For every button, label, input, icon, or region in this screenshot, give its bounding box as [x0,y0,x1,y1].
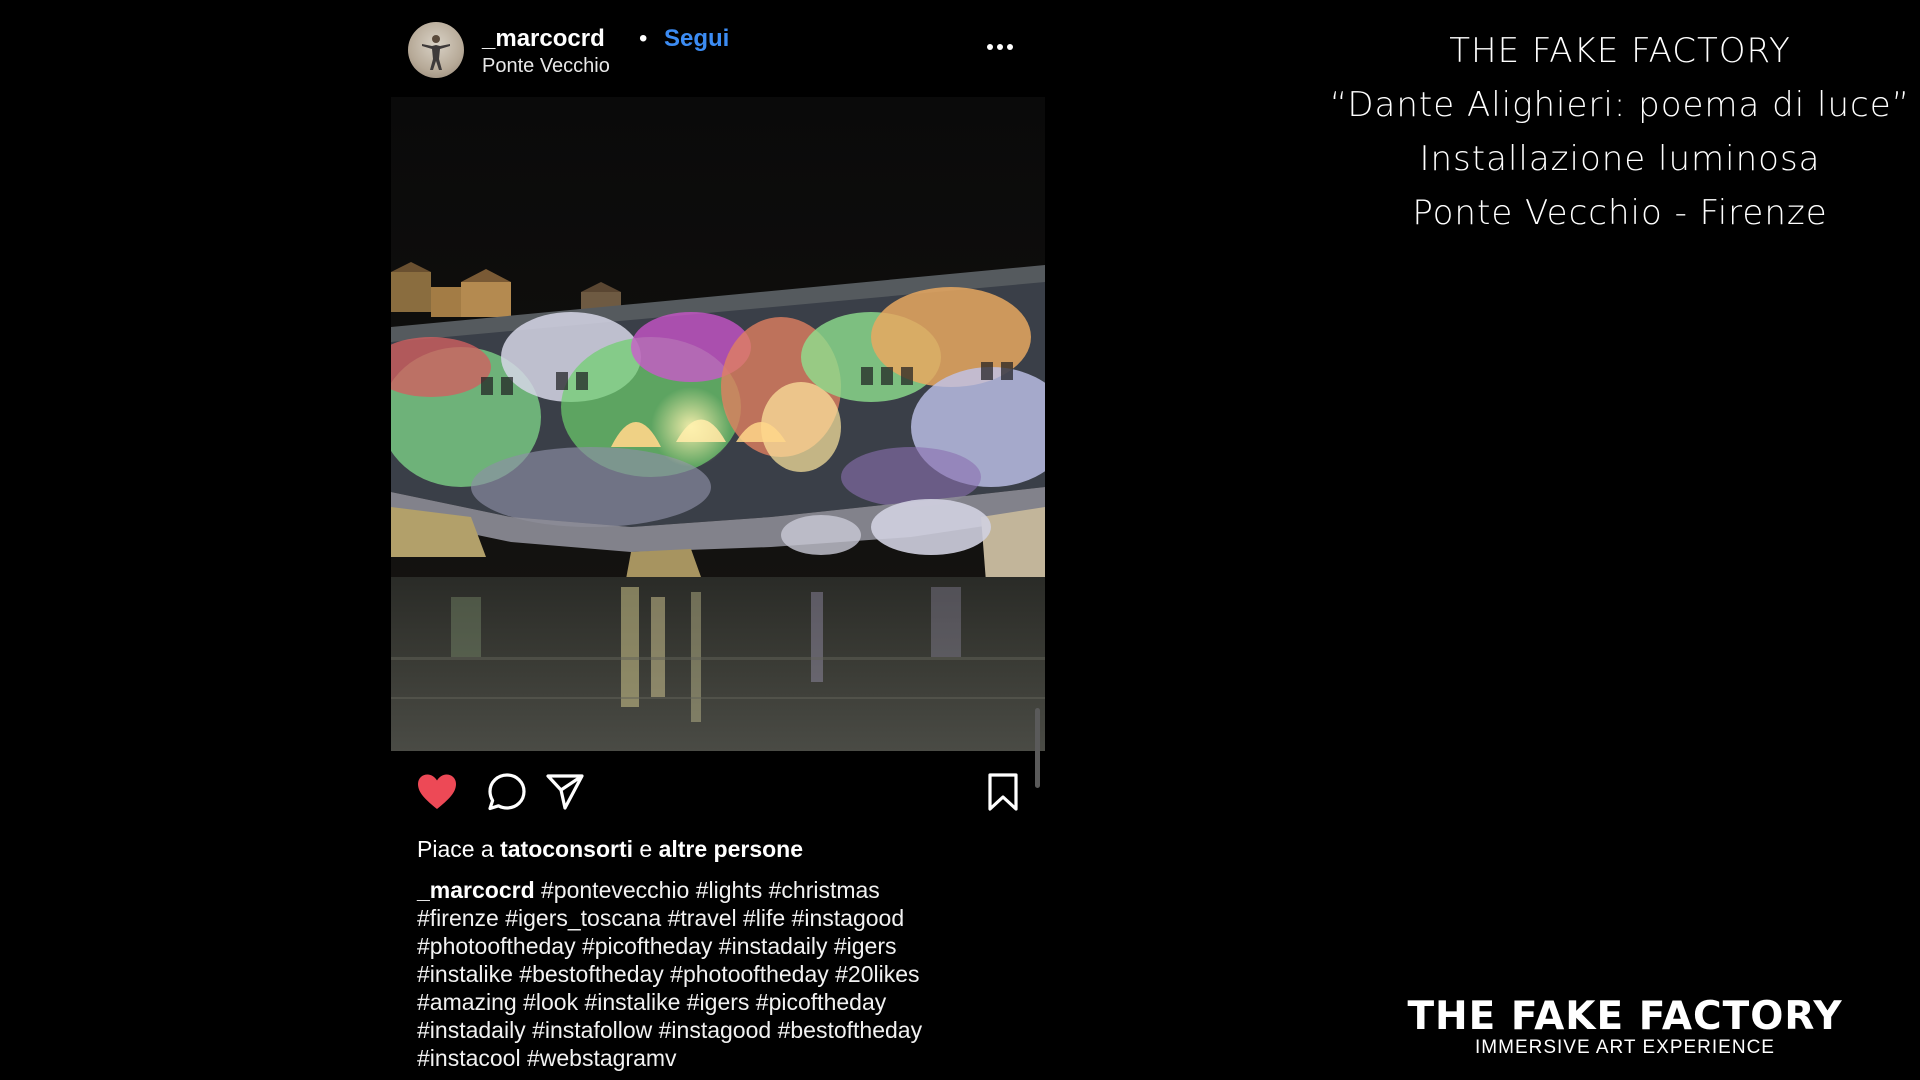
likes-conj: e [639,836,653,862]
scrollbar[interactable] [1035,708,1040,788]
caption-line: #instacool #webstagramv [417,1045,677,1071]
post-header: _marcocrd • Segui Ponte Vecchio [408,22,1028,80]
bookmark-icon [988,773,1018,811]
avatar[interactable] [408,22,464,78]
caption-line: #instalike #bestoftheday #photooftheday … [417,961,920,987]
likes-prefix: Piace a [417,836,494,862]
like-button[interactable] [415,770,459,814]
brand-logo: THE FAKE FACTORY IMMERSIVE ART EXPERIENC… [1390,996,1860,1058]
heart-filled-icon [418,774,456,809]
comment-button[interactable] [485,770,529,814]
separator-dot: • [639,25,648,52]
title-artwork: “Dante Alighieri: poema di luce” [1329,85,1911,125]
post-photo[interactable] [391,97,1045,751]
title-type: Installazione luminosa [1419,139,1821,179]
caption-username[interactable]: _marcocrd [417,877,535,903]
caption-line: _marcocrd #pontevecchio #lights #christm… [417,876,1017,904]
title-location: Ponte Vecchio - Firenze [1412,193,1828,233]
caption-line: #amazing #look #instalike #igers #picoft… [417,989,887,1015]
title-company: THE FAKE FACTORY [1449,31,1791,71]
likes-others[interactable]: altre persone [659,836,803,862]
more-horizontal-icon [987,44,1013,50]
title-block: THE FAKE FACTORY “Dante Alighieri: poema… [1300,24,1920,240]
caption-line: #photooftheday #picoftheday #instadaily … [417,933,897,959]
caption-text: #pontevecchio #lights #christmas [541,877,880,903]
brand-tagline: IMMERSIVE ART EXPERIENCE [1475,1037,1775,1058]
screen: _marcocrd • Segui Ponte Vecchio Piace a … [0,0,1920,1080]
post-actions [415,770,1021,818]
likes-user[interactable]: tatoconsorti [500,836,633,862]
more-options-button[interactable] [982,32,1018,62]
avatar-person-icon [422,35,450,70]
post-caption: _marcocrd #pontevecchio #lights #christm… [417,876,1017,1072]
post-username[interactable]: _marcocrd [482,25,605,53]
caption-line: #instadaily #instafollow #instagood #bes… [417,1017,923,1043]
caption-line: #firenze #igers_toscana #travel #life #i… [417,905,905,931]
share-button[interactable] [543,770,587,814]
instagram-post: _marcocrd • Segui Ponte Vecchio Piace a … [391,0,1045,1080]
follow-button[interactable]: Segui [664,25,729,53]
save-button[interactable] [981,770,1025,814]
send-icon [546,774,584,810]
comment-icon [488,773,526,811]
likes-summary: Piace a tatoconsorti e altre persone [417,836,803,863]
brand-name: THE FAKE FACTORY [1407,994,1843,1039]
post-location[interactable]: Ponte Vecchio [482,55,610,78]
